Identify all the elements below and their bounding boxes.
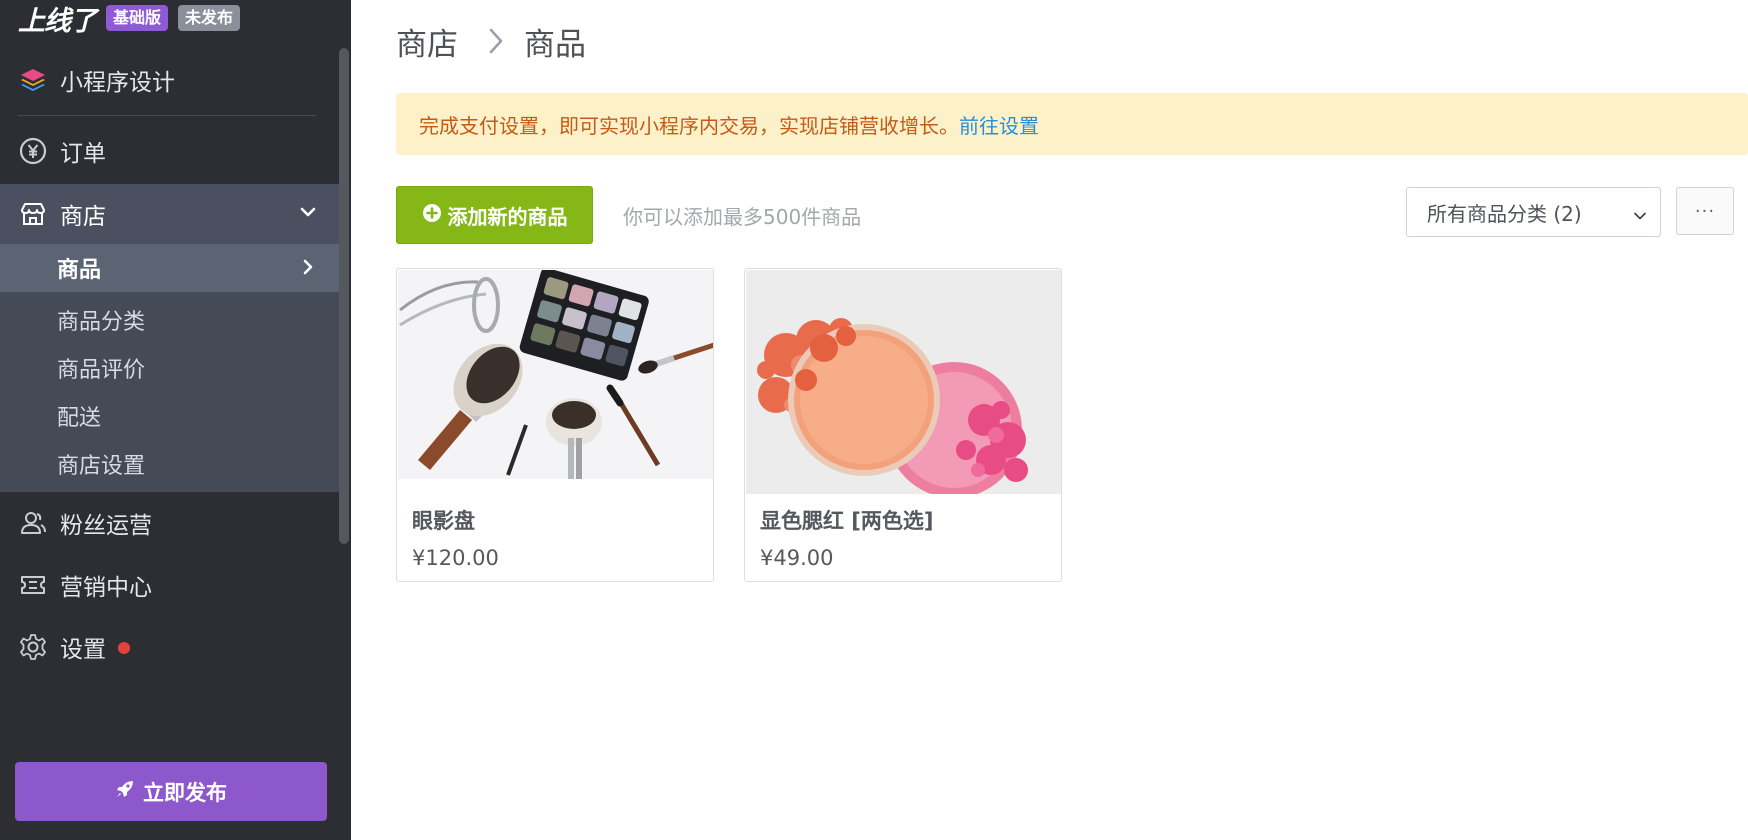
- sidebar: 上线了 基础版 未发布 小程序设计 订单 商店 商品 商品分类 商品评价 配送 …: [0, 0, 351, 840]
- sidebar-subitem-products[interactable]: 商品: [0, 244, 340, 292]
- more-options-button[interactable]: ···: [1676, 187, 1734, 235]
- breadcrumb-current: 商品: [524, 26, 586, 63]
- product-image: [746, 270, 1061, 494]
- sidebar-item-fans[interactable]: 粉丝运营: [0, 503, 340, 543]
- shop-menu: 商店 商品 商品分类 商品评价 配送 商店设置: [0, 184, 340, 492]
- sidebar-subitem-label: 商品: [57, 258, 102, 283]
- breadcrumb-parent[interactable]: 商店: [396, 19, 458, 64]
- brand: 上线了 基础版 未发布: [18, 2, 241, 37]
- brand-logo: 上线了: [18, 5, 97, 37]
- notification-dot: [118, 642, 130, 654]
- product-card[interactable]: 显色腮红 [两色选] ¥49.00: [744, 268, 1062, 582]
- sidebar-subitem-categories[interactable]: 商品分类: [57, 304, 145, 336]
- publish-label: 立即发布: [143, 780, 227, 805]
- category-filter-value: 所有商品分类 (2): [1427, 201, 1582, 226]
- plan-badge: 基础版: [106, 5, 169, 31]
- store-icon: [18, 199, 48, 229]
- sidebar-subitem-reviews[interactable]: 商品评价: [57, 352, 145, 384]
- sidebar-item-orders[interactable]: 订单: [0, 131, 340, 171]
- sidebar-item-settings[interactable]: 设置: [0, 627, 340, 667]
- chevron-right-icon: [486, 26, 506, 56]
- sidebar-item-label: 营销中心: [60, 575, 152, 601]
- users-icon: [18, 508, 48, 538]
- sidebar-item-label: 粉丝运营: [60, 513, 152, 539]
- payment-setup-alert: 完成支付设置，即可实现小程序内交易，实现店铺营收增长。 前往设置: [396, 93, 1748, 155]
- alert-setup-link[interactable]: 前往设置: [959, 110, 1039, 139]
- product-name: 显色腮红 [两色选]: [760, 509, 934, 533]
- sidebar-item-marketing[interactable]: 营销中心: [0, 565, 340, 605]
- sidebar-item-label: 订单: [60, 141, 106, 167]
- category-filter-select[interactable]: 所有商品分类 (2): [1406, 187, 1661, 237]
- chevron-down-icon: [1632, 205, 1648, 229]
- product-price: ¥49.00: [760, 546, 834, 570]
- sidebar-item-label: 小程序设计: [60, 70, 175, 96]
- sidebar-item-store[interactable]: 商店: [0, 184, 340, 244]
- sidebar-divider: [18, 115, 316, 116]
- product-name: 眼影盘: [412, 509, 475, 533]
- sidebar-item-miniprogram-design[interactable]: 小程序设计: [0, 60, 340, 100]
- yen-circle-icon: [18, 136, 48, 166]
- sidebar-subitem-store-settings[interactable]: 商店设置: [57, 448, 145, 480]
- sidebar-item-label: 商店: [60, 204, 106, 230]
- sidebar-item-label: 设置: [60, 637, 106, 663]
- add-product-button[interactable]: 添加新的商品: [396, 186, 593, 244]
- ticket-icon: [18, 570, 48, 600]
- add-product-label: 添加新的商品: [447, 204, 568, 229]
- gear-icon: [18, 632, 48, 662]
- sidebar-subitem-delivery[interactable]: 配送: [57, 400, 101, 432]
- status-badge: 未发布: [178, 5, 241, 31]
- sidebar-scrollbar[interactable]: [339, 48, 349, 544]
- layers-icon: [18, 65, 48, 95]
- alert-text: 完成支付设置，即可实现小程序内交易，实现店铺营收增长。: [419, 113, 959, 138]
- breadcrumb: 商店 商品: [396, 18, 586, 64]
- product-card[interactable]: 眼影盘 ¥120.00: [396, 268, 714, 582]
- publish-button[interactable]: 立即发布: [15, 762, 327, 821]
- product-price: ¥120.00: [412, 546, 499, 570]
- chevron-down-icon: [298, 202, 318, 228]
- plus-circle-icon: [422, 203, 442, 228]
- rocket-icon: [115, 779, 135, 804]
- chevron-right-icon: [298, 257, 318, 283]
- product-limit-hint: 你可以添加最多500件商品: [623, 205, 862, 229]
- product-image: [398, 270, 713, 479]
